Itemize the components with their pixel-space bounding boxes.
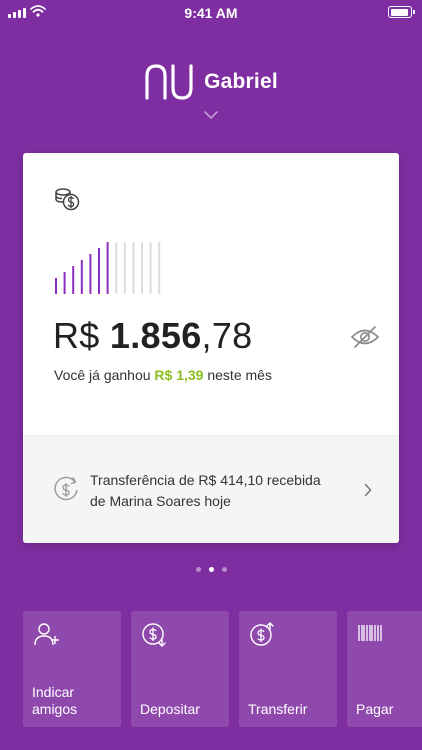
history-bar-empty: [149, 242, 152, 294]
coins-icon: [55, 188, 80, 211]
status-time: 9:41 AM: [184, 5, 238, 21]
chevron-down-icon[interactable]: [203, 110, 219, 120]
transfer-icon: [250, 622, 274, 646]
balance-history-bars: [55, 242, 161, 294]
deposit-icon: [142, 623, 166, 647]
battery-icon: [388, 6, 415, 18]
barcode-icon: [358, 625, 382, 641]
account-card[interactable]: R$ 1.856,78 Você já ganhou R$ 1,39 neste…: [23, 153, 399, 543]
earned-prefix: Você já ganhou: [54, 367, 155, 383]
status-bar: 9:41 AM: [0, 0, 422, 24]
earned-amount: R$ 1,39: [154, 367, 204, 383]
history-bar-empty: [115, 242, 118, 294]
money-transfer-icon: [54, 476, 78, 501]
action-tile[interactable]: Pagar: [347, 611, 422, 727]
history-bar-filled: [63, 272, 66, 294]
recent-transaction[interactable]: Transferência de R$ 414,10 recebida de M…: [23, 435, 399, 543]
pager-dots: [0, 567, 422, 572]
action-tile[interactable]: Transferir: [239, 611, 337, 727]
balance-currency: R$: [53, 315, 110, 356]
history-bar-filled: [98, 248, 100, 294]
action-tile[interactable]: Depositar: [131, 611, 229, 727]
add-user-icon: [34, 623, 59, 646]
action-label: Pagar: [356, 701, 394, 717]
action-label: Transferir: [248, 701, 308, 717]
account-header[interactable]: Gabriel: [0, 62, 422, 102]
action-label: Indicar amigos: [32, 684, 78, 717]
balance-amount: R$ 1.856,78: [53, 315, 252, 357]
balance-decimal: ,78: [201, 315, 253, 356]
action-label: Depositar: [140, 701, 200, 717]
history-bar-empty: [123, 242, 126, 294]
pager-dot[interactable]: [195, 567, 201, 572]
action-tile[interactable]: Indicar amigos: [23, 611, 121, 727]
history-bar-filled: [106, 242, 109, 294]
monthly-earnings: Você já ganhou R$ 1,39 neste mês: [54, 367, 272, 383]
quick-actions: Indicar amigos Depositar Transferir Pagar: [23, 611, 422, 727]
balance-section[interactable]: R$ 1.856,78 Você já ganhou R$ 1,39 neste…: [23, 153, 399, 435]
history-bar-empty: [141, 242, 143, 294]
nubank-logo: [145, 64, 193, 100]
transaction-description: Transferência de R$ 414,10 recebida de M…: [90, 472, 321, 509]
pager-dot[interactable]: [208, 567, 214, 572]
history-bar-filled: [89, 254, 92, 294]
pager-dot[interactable]: [221, 567, 227, 572]
history-bar-empty: [132, 242, 135, 294]
eye-off-icon[interactable]: [350, 325, 380, 349]
chevron-right-icon[interactable]: [364, 483, 372, 497]
earned-suffix: neste mês: [203, 367, 272, 383]
history-bar-filled: [55, 278, 57, 294]
balance-integer: 1.856: [109, 315, 202, 356]
user-name: Gabriel: [204, 70, 278, 93]
history-bar-filled: [72, 266, 75, 294]
history-bar-filled: [80, 260, 83, 294]
history-bar-empty: [158, 242, 161, 294]
